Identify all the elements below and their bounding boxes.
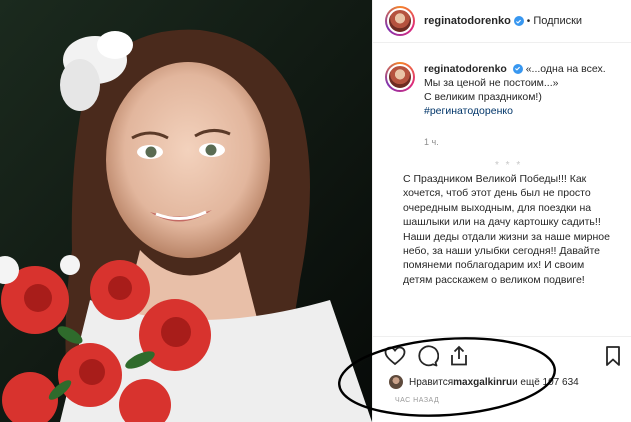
caption-timestamp: 1 ч. [424, 137, 439, 147]
caption-line: С великим праздником!) [424, 91, 542, 103]
comment-text: С Праздником Великой Победы!!! Как хочет… [403, 173, 610, 286]
post-header: reginatodorenko • Подписки [385, 6, 625, 36]
comment-username-redacted[interactable]: * * * [495, 160, 625, 172]
likes-count[interactable]: и ещё 107 634 [512, 377, 579, 388]
author-avatar[interactable] [385, 6, 415, 36]
caption-hashtag[interactable]: #регинатодоренко [424, 104, 624, 118]
following-button[interactable]: Подписки [533, 15, 582, 27]
comment-icon[interactable] [415, 344, 440, 368]
likes-user[interactable]: maxgalkinru [453, 377, 512, 388]
author-username[interactable]: reginatodorenko [424, 15, 511, 27]
post-side-panel: reginatodorenko • Подписки reginatodoren… [338, 0, 631, 422]
verified-badge-icon [513, 16, 524, 26]
header-divider [373, 42, 631, 43]
share-icon[interactable] [447, 344, 471, 368]
comment: * * * С Праздником Великой Победы!!! Как… [389, 160, 625, 287]
caption-author-avatar[interactable] [385, 62, 415, 92]
liker-avatar [389, 375, 403, 389]
post-actions [383, 344, 623, 368]
bookmark-icon[interactable] [601, 344, 625, 368]
caption-username[interactable]: reginatodorenko [424, 63, 507, 75]
heart-icon[interactable] [383, 344, 407, 368]
separator-dot: • [526, 15, 531, 27]
likes-prefix: Нравится [409, 376, 454, 388]
likes-summary[interactable]: Нравится maxgalkinru и ещё 107 634 [389, 374, 619, 390]
post-timestamp: ЧАС НАЗАД [395, 397, 440, 404]
verified-badge-icon [512, 63, 523, 74]
post-photo[interactable] [0, 0, 372, 422]
caption-text: reginatodorenko «...одна на всех. Мы за … [424, 62, 624, 118]
post-caption: reginatodorenko «...одна на всех. Мы за … [385, 62, 625, 118]
post-photo-illustration [0, 0, 372, 422]
actions-divider [373, 336, 631, 337]
